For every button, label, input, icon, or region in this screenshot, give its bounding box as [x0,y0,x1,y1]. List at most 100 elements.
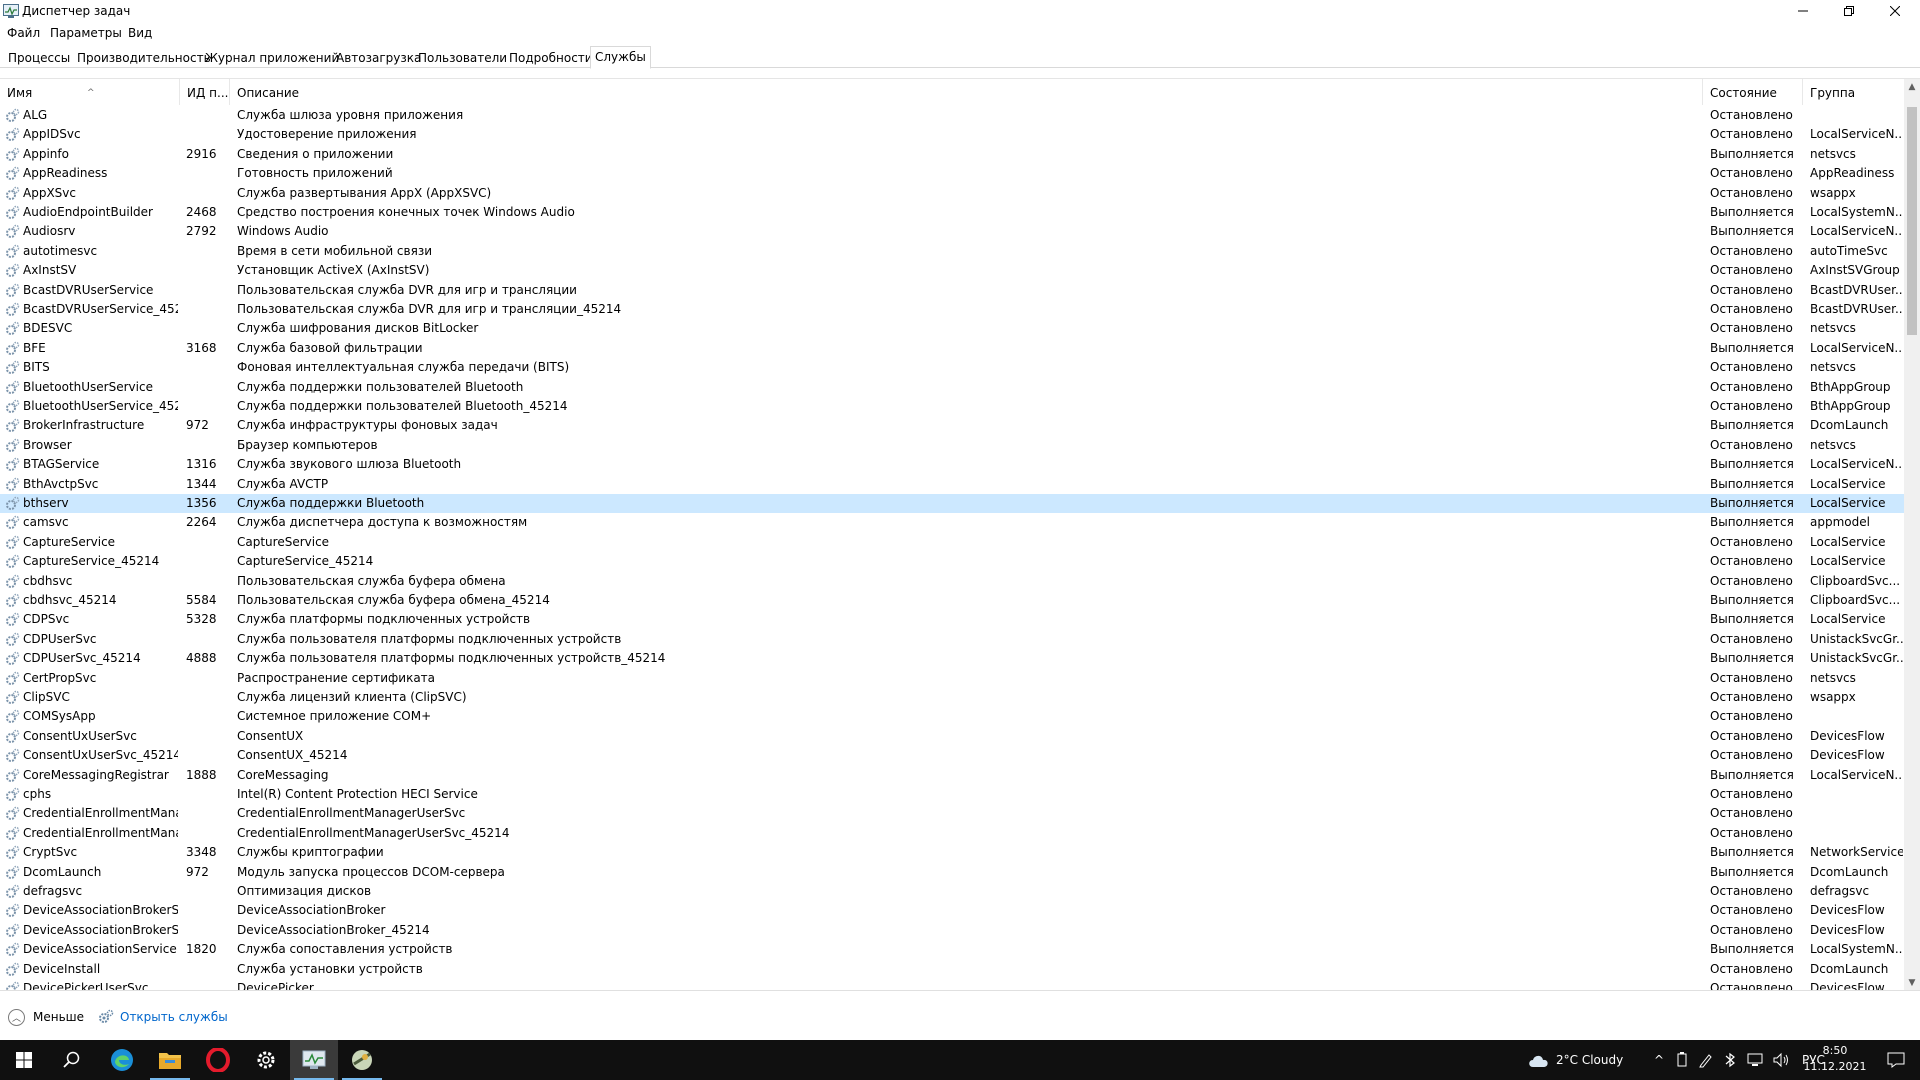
service-group: LocalService [1810,477,1886,491]
show-hidden-icons-chevron-icon[interactable]: ^ [1648,1053,1670,1067]
table-row[interactable]: DeviceAssociationService 1820 Служба сопос… [0,940,1904,959]
table-row[interactable]: cbdhsvc_45214 5584 Пользовательская служба… [0,591,1904,610]
start-button[interactable] [0,1040,48,1080]
column-header-pid[interactable]: ИД п... [180,79,230,105]
table-row[interactable]: CaptureService CaptureService Остановлено L… [0,533,1904,552]
app-icon [352,1050,372,1070]
table-row[interactable]: AudioEndpointBuilder 2468 Средство построе… [0,203,1904,222]
table-row[interactable]: defragsvc Оптимизация дисков Остановлено de… [0,882,1904,901]
network-icon[interactable] [1746,1052,1764,1068]
table-row[interactable]: AppXSvc Служба развертывания AppX (AppXSV… [0,184,1904,203]
vertical-scrollbar[interactable]: ▲ ▼ [1904,79,1920,991]
taskbar-task-manager[interactable] [290,1040,338,1080]
table-row[interactable]: bthserv 1356 Служба поддержки Bluetooth Вып… [0,494,1904,513]
taskbar-app[interactable] [338,1040,386,1080]
table-row[interactable]: AppIDSvc Удостоверение приложения Остановл… [0,125,1904,144]
table-row[interactable]: cbdhsvc Пользовательская служба буфера об… [0,572,1904,591]
table-row[interactable]: CoreMessagingRegistrar 1888 CoreMessaging В… [0,766,1904,785]
table-row[interactable]: autotimesvc Время в сети мобильной связи О… [0,242,1904,261]
table-row[interactable]: DeviceAssociationBrokerSvc DeviceAssociat… [0,901,1904,920]
scrollbar-thumb[interactable] [1907,107,1917,335]
table-row[interactable]: COMSysApp Системное приложение COM+ Остано… [0,707,1904,726]
service-name: BDESVC [23,321,73,335]
menu-file[interactable]: Файл [7,26,40,40]
table-row[interactable]: CDPUserSvc Служба пользователя платформы … [0,630,1904,649]
table-row[interactable]: Appinfo 2916 Сведения о приложении Выполняе… [0,145,1904,164]
open-services-link[interactable]: Открыть службы [98,1007,228,1027]
table-row[interactable]: BrokerInfrastructure 972 Служба инфраструк… [0,416,1904,435]
table-row[interactable]: cphs Intel(R) Content Protection HECI Ser… [0,785,1904,804]
table-row[interactable]: camsvc 2264 Служба диспетчера доступа к во… [0,513,1904,532]
table-row[interactable]: BluetoothUserService Служба поддержки пол… [0,378,1904,397]
tab-details[interactable]: Подробности [505,49,597,68]
service-gear-icon [6,515,20,529]
taskbar-opera[interactable] [194,1040,242,1080]
battery-icon[interactable] [1674,1052,1690,1068]
fewer-details-button[interactable]: ︿ Меньше [8,1007,84,1027]
table-row[interactable]: CredentialEnrollmentMana... CredentialEnr… [0,824,1904,843]
minimize-button[interactable] [1780,0,1826,22]
tab-services[interactable]: Службы [590,46,651,69]
tab-performance[interactable]: Производительность [73,49,215,68]
table-row[interactable]: BFE 3168 Служба базовой фильтрации Выполняе… [0,339,1904,358]
tab-startup[interactable]: Автозагрузка [332,49,425,68]
table-row[interactable]: AxInstSV Установщик ActiveX (AxInstSV) Ост… [0,261,1904,280]
table-row[interactable]: BluetoothUserService_45214 Служба поддерж… [0,397,1904,416]
service-group [1810,707,1903,726]
table-row[interactable]: BITS Фоновая интеллектуальная служба пере… [0,358,1904,377]
table-row[interactable]: DeviceAssociationBrokerSv... DeviceAssoci… [0,921,1904,940]
notifications-button[interactable] [1872,1040,1920,1080]
service-gear-icon [6,729,20,743]
tab-users[interactable]: Пользователи [414,49,511,68]
table-row[interactable]: CDPUserSvc_45214 4888 Служба пользователя … [0,649,1904,668]
taskbar-settings[interactable] [242,1040,290,1080]
table-row[interactable]: DcomLaunch 972 Модуль запуска процессов DC… [0,863,1904,882]
table-row[interactable]: ClipSVC Служба лицензий клиента (ClipSVC)… [0,688,1904,707]
service-description: ConsentUX_45214 [237,748,348,762]
scroll-down-icon[interactable]: ▼ [1904,975,1920,991]
tab-processes[interactable]: Процессы [4,49,74,68]
service-group: LocalService [1810,554,1886,568]
table-row[interactable]: DeviceInstall Служба установки устройств О… [0,960,1904,979]
taskbar-edge[interactable] [98,1040,146,1080]
table-row[interactable]: CertPropSvc Распространение сертификата Ос… [0,669,1904,688]
menu-view[interactable]: Вид [128,26,152,40]
clock[interactable]: 8:50 11.12.2021 [1800,1043,1870,1075]
table-row[interactable]: ConsentUxUserSvc ConsentUX Остановлено Devi… [0,727,1904,746]
tab-app-history[interactable]: Журнал приложений [201,49,343,68]
column-header-status[interactable]: Состояние [1703,79,1803,105]
service-status: Остановлено [1710,690,1793,704]
table-row[interactable]: BthAvctpSvc 1344 Служба AVCTP Выполняется Lo… [0,475,1904,494]
volume-icon[interactable] [1772,1052,1790,1068]
column-header-group[interactable]: Группа [1803,79,1904,105]
table-row[interactable]: CryptSvc 3348 Службы криптографии Выполняет… [0,843,1904,862]
pen-workspace-icon[interactable] [1698,1052,1714,1068]
column-header-name[interactable]: Имя ^ [0,79,180,105]
scroll-up-icon[interactable]: ▲ [1904,79,1920,95]
table-row[interactable]: Browser Браузер компьютеров Остановлено net… [0,436,1904,455]
table-row[interactable]: ConsentUxUserSvc_45214 ConsentUX_45214 Ост… [0,746,1904,765]
table-row[interactable]: BcastDVRUserService_45214 Пользовательска… [0,300,1904,319]
table-row[interactable]: BcastDVRUserService Пользовательская служ… [0,281,1904,300]
service-description: CredentialEnrollmentManagerUserSvc [237,806,466,820]
search-button[interactable] [48,1040,96,1080]
service-gear-icon [6,108,20,122]
service-group: LocalSystemN... [1810,205,1903,219]
close-button[interactable] [1872,0,1918,22]
table-row[interactable]: BDESVC Служба шифрования дисков BitLocker… [0,319,1904,338]
table-row[interactable]: CDPSvc 5328 Служба платформы подключенных … [0,610,1904,629]
column-header-description[interactable]: Описание [230,79,1703,105]
table-row[interactable]: CredentialEnrollmentMana... CredentialEnr… [0,804,1904,823]
service-pid: 2264 [186,515,217,529]
taskbar-file-explorer[interactable] [146,1040,194,1080]
restore-button[interactable] [1826,0,1872,22]
table-row[interactable]: CaptureService_45214 CaptureService_45214… [0,552,1904,571]
table-row[interactable]: ALG Служба шлюза уровня приложения Останов… [0,106,1904,125]
bluetooth-icon[interactable] [1722,1052,1738,1068]
service-name: BITS [23,360,50,374]
table-row[interactable]: BTAGService 1316 Служба звукового шлюза Bl… [0,455,1904,474]
menu-options[interactable]: Параметры [50,26,122,40]
table-row[interactable]: AppReadiness Готовность приложений Останов… [0,164,1904,183]
table-row[interactable]: Audiosrv 2792 Windows Audio Выполняется Loca… [0,222,1904,241]
weather-widget[interactable]: 2°C Cloudy [1528,1040,1623,1080]
